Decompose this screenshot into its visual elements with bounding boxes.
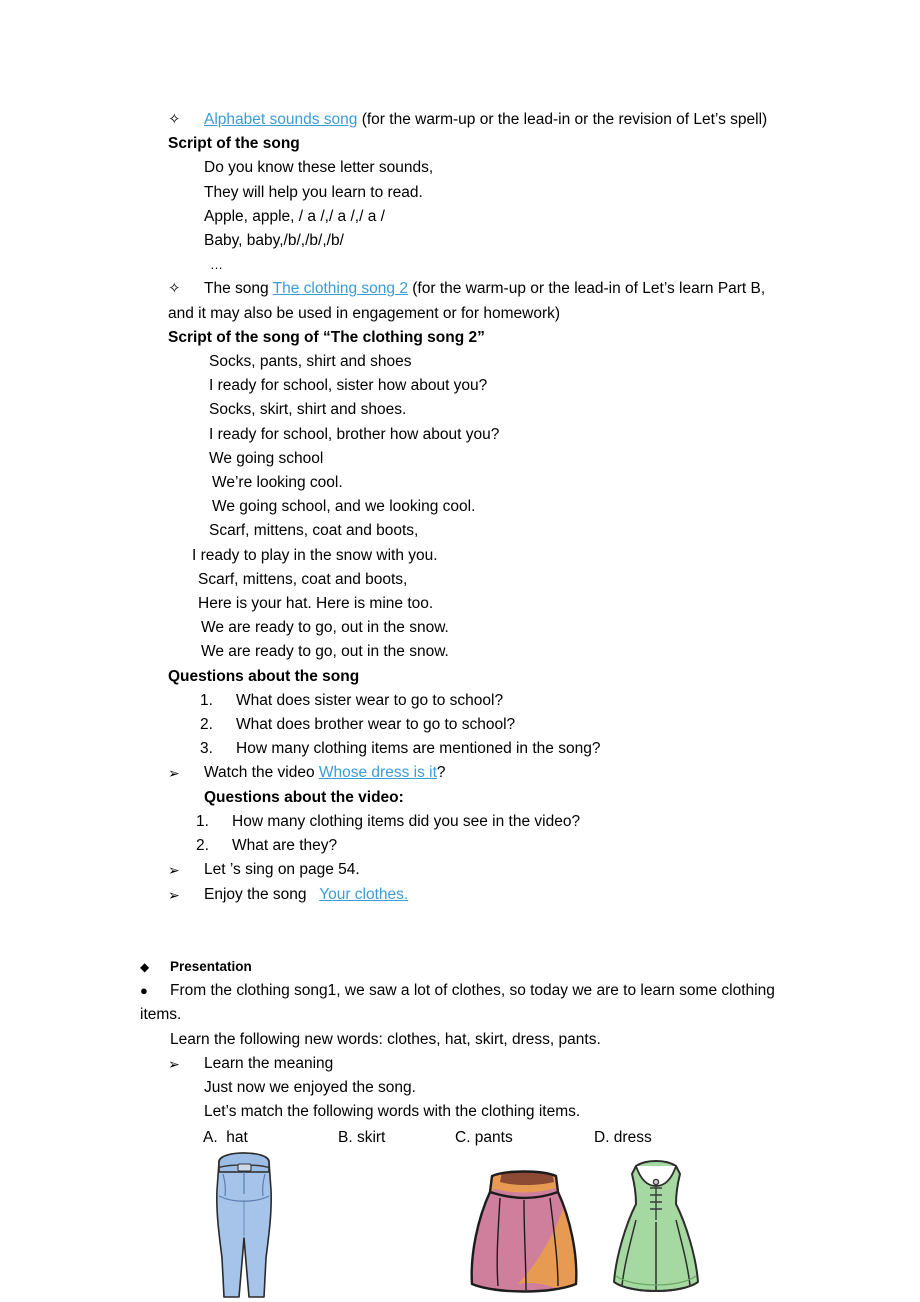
presentation-learn-words: Learn the following new words: clothes, … xyxy=(170,1030,601,1048)
circle-bullet-icon: ● xyxy=(140,983,148,999)
song-questions-heading: Questions about the song xyxy=(168,667,360,685)
video-questions-list: 1. How many clothing items did you see i… xyxy=(196,810,784,858)
song2-bullet-text: The song The clothing song 2 (for the wa… xyxy=(168,280,765,321)
presentation-enjoyed-line: Just now we enjoyed the song. xyxy=(204,1079,416,1097)
video-question-text: How many clothing items did you see in t… xyxy=(232,812,581,830)
presentation-intro-row: ● From the clothing song1, we saw a lot … xyxy=(140,979,790,1027)
jeans-illustration xyxy=(216,1152,272,1298)
song1-lyric-ellipsis: … xyxy=(210,257,223,273)
presentation-section: ◆ Presentation ● From the clothing song1… xyxy=(140,955,790,1124)
song2-lyric-line: Socks, skirt, shirt and shoes. xyxy=(209,401,407,419)
song-questions-list: 1. What does sister wear to go to school… xyxy=(200,689,784,762)
song1-lyric-line: Baby, baby,/b/,/b/,/b/ xyxy=(204,232,344,250)
your-clothes-link[interactable]: Your clothes xyxy=(319,886,404,903)
video-question-number: 1. xyxy=(196,812,209,830)
skirt-illustration xyxy=(470,1170,578,1293)
enjoy-song-row: ➢ Enjoy the song Your clothes. xyxy=(168,883,784,907)
song2-lyric-line: We going school xyxy=(209,449,324,467)
song1-bullet-after: (for the warm-up or the lead-in or the r… xyxy=(357,111,768,128)
video-question-number: 2. xyxy=(196,837,209,855)
video-question-item: 2. What are they? xyxy=(196,834,784,858)
watch-video-text: Watch the video Whose dress is it? xyxy=(204,764,446,781)
arrow-bullet-icon: ➢ xyxy=(168,1055,180,1072)
watch-video-after: ? xyxy=(436,764,446,782)
song1-bullet-text: Alphabet sounds song (for the warm-up or… xyxy=(204,111,767,128)
song-question-text: How many clothing items are mentioned in… xyxy=(236,740,601,758)
song2-lyric-line: Scarf, mittens, coat and boots, xyxy=(198,570,408,588)
clothing-illustrations xyxy=(0,1128,920,1302)
document-content: ✧ Alphabet sounds song (for the warm-up … xyxy=(168,108,784,907)
song-question-number: 1. xyxy=(200,691,213,709)
arrow-bullet-icon: ➢ xyxy=(168,862,180,879)
arrow-bullet-icon: ➢ xyxy=(168,765,180,782)
song-question-number: 3. xyxy=(200,740,213,758)
enjoy-song-text: Enjoy the song Your clothes. xyxy=(204,886,408,903)
sing-page-row: ➢ Let ’s sing on page 54. xyxy=(168,858,784,882)
song2-lyric-line: Scarf, mittens, coat and boots, xyxy=(209,522,419,540)
song-question-text: What does sister wear to go to school? xyxy=(236,691,504,709)
learn-meaning-text: Learn the meaning xyxy=(204,1054,334,1072)
song2-bullet-row: ✧ The song The clothing song 2 (for the … xyxy=(168,277,784,325)
diamond-bullet-icon: ◆ xyxy=(140,960,150,974)
watch-video-before: Watch the video xyxy=(204,764,319,782)
song2-lyric-line: I ready for school, brother how about yo… xyxy=(209,425,500,443)
star-bullet-icon: ✧ xyxy=(168,280,181,298)
song2-lyrics: Socks, pants, shirt and shoes I ready fo… xyxy=(168,350,784,665)
song1-lyric-line: They will help you learn to read. xyxy=(204,183,423,201)
document-page: ✧ Alphabet sounds song (for the warm-up … xyxy=(0,0,920,1302)
star-bullet-icon: ✧ xyxy=(168,111,181,128)
song2-lyric-line: Here is your hat. Here is mine too. xyxy=(198,595,434,613)
song2-lyric-line: We are ready to go, out in the snow. xyxy=(201,619,449,637)
song1-lyrics: Do you know these letter sounds, They wi… xyxy=(168,156,784,277)
video-questions-heading: Questions about the video: xyxy=(204,788,404,806)
song-question-item: 3. How many clothing items are mentioned… xyxy=(200,737,784,761)
song-question-item: 1. What does sister wear to go to school… xyxy=(200,689,784,713)
song2-lyric-line: We are ready to go, out in the snow. xyxy=(201,643,449,661)
presentation-intro: From the clothing song1, we saw a lot of… xyxy=(140,982,775,1024)
arrow-bullet-icon: ➢ xyxy=(168,886,180,903)
presentation-title-row: ◆ Presentation xyxy=(140,955,790,979)
clothing-song-2-link[interactable]: The clothing song 2 xyxy=(273,280,408,297)
presentation-title: Presentation xyxy=(170,959,252,974)
sing-page-text: Let ’s sing on page 54. xyxy=(204,861,360,879)
video-question-text: What are they? xyxy=(232,837,338,855)
enjoy-song-before: Enjoy the song xyxy=(204,885,320,903)
song-question-item: 2. What does brother wear to go to schoo… xyxy=(200,713,784,737)
song2-lyric-line: We going school, and we looking cool. xyxy=(212,498,476,516)
video-question-item: 1. How many clothing items did you see i… xyxy=(196,810,784,834)
dress-illustration xyxy=(613,1160,699,1292)
song2-lyric-line: I ready to play in the snow with you. xyxy=(192,546,438,564)
song-question-text: What does brother wear to go to school? xyxy=(236,716,516,734)
presentation-match-line: Let’s match the following words with the… xyxy=(204,1103,581,1121)
song1-lyric-line: Apple, apple, / a /,/ a /,/ a / xyxy=(204,207,385,225)
song2-script-heading: Script of the song of “The clothing song… xyxy=(168,328,485,346)
whose-dress-is-it-link[interactable]: Whose dress is it xyxy=(319,764,437,781)
watch-video-row: ➢ Watch the video Whose dress is it? xyxy=(168,761,784,785)
song1-bullet-row: ✧ Alphabet sounds song (for the warm-up … xyxy=(168,108,784,132)
song2-lyric-line: Socks, pants, shirt and shoes xyxy=(209,353,412,371)
song-question-number: 2. xyxy=(200,716,213,734)
enjoy-song-after: . xyxy=(403,885,409,903)
song2-bullet-before: The song xyxy=(204,280,273,298)
learn-meaning-row: ➢ Learn the meaning xyxy=(168,1052,790,1076)
song2-lyric-line: I ready for school, sister how about you… xyxy=(209,377,488,395)
song2-lyric-line: We’re looking cool. xyxy=(212,474,343,492)
alphabet-sounds-song-link[interactable]: Alphabet sounds song xyxy=(204,111,357,128)
song1-lyric-line: Do you know these letter sounds, xyxy=(204,159,434,177)
song1-script-heading: Script of the song xyxy=(168,135,300,153)
